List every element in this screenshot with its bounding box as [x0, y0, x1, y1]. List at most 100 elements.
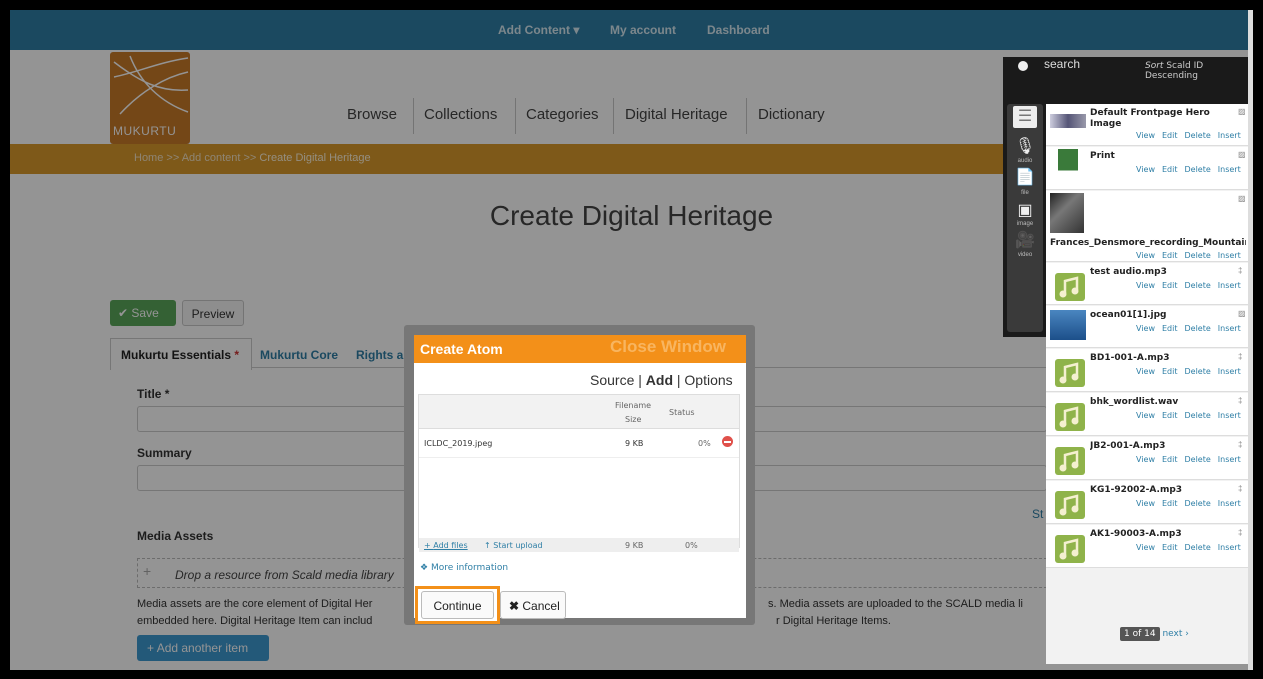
add-files-link[interactable]: + Add files — [424, 541, 468, 550]
microphone-icon: ‡ — [1238, 440, 1243, 449]
atom-view-link[interactable]: View — [1136, 499, 1155, 508]
nav-separator: | — [673, 372, 685, 388]
atom-actions: View Edit Delete Insert — [1136, 543, 1248, 552]
nav-separator: | — [634, 372, 646, 388]
sort-control[interactable]: Sort Scald ID Descending — [1145, 61, 1253, 81]
atom-title: test audio.mp3 — [1090, 267, 1167, 277]
audio-thumbnail-icon — [1055, 491, 1085, 519]
atom-view-link[interactable]: View — [1136, 165, 1155, 174]
add-link[interactable]: Add — [646, 372, 673, 388]
more-information-link[interactable]: ❖ More information — [420, 563, 508, 573]
atom-insert-link[interactable]: Insert — [1218, 324, 1241, 333]
add-audio-icon[interactable]: 🎙 — [1013, 136, 1037, 156]
atom-title: KG1-92002-A.mp3 — [1090, 485, 1183, 495]
atom-actions: View Edit Delete Insert — [1136, 165, 1248, 174]
atom-delete-link[interactable]: Delete — [1184, 165, 1210, 174]
atom-title: JB2-001-A.mp3 — [1090, 441, 1166, 451]
file-status: 0% — [698, 439, 711, 448]
add-image-icon[interactable]: ▣ — [1013, 200, 1037, 220]
atom-title: ocean01[1].jpg — [1090, 310, 1167, 320]
add-video-icon[interactable]: 🎥 — [1013, 230, 1037, 250]
atom-delete-link[interactable]: Delete — [1184, 131, 1210, 140]
sort-label: Sort — [1145, 61, 1164, 71]
atom-view-link[interactable]: View — [1136, 455, 1155, 464]
close-x-icon: ✖ — [509, 599, 523, 613]
print-logo-thumbnail — [1058, 149, 1078, 185]
atom-edit-link[interactable]: Edit — [1162, 131, 1178, 140]
continue-button[interactable]: Continue — [421, 591, 494, 619]
atom-view-link[interactable]: View — [1136, 367, 1155, 376]
source-link[interactable]: Source — [590, 372, 634, 388]
atom-insert-link[interactable]: Insert — [1218, 165, 1241, 174]
atom-edit-link[interactable]: Edit — [1162, 281, 1178, 290]
atom-view-link[interactable]: View — [1136, 251, 1155, 260]
cancel-label: Cancel — [522, 599, 560, 613]
atom-delete-link[interactable]: Delete — [1184, 543, 1210, 552]
atom-title: Default Frontpage Hero — [1090, 108, 1210, 118]
atom-insert-link[interactable]: Insert — [1218, 251, 1241, 260]
atom-edit-link[interactable]: Edit — [1162, 411, 1178, 420]
atom-insert-link[interactable]: Insert — [1218, 367, 1241, 376]
image-type-icon: ▨ — [1238, 107, 1246, 116]
add-files-label: Add files — [433, 541, 468, 550]
type-file-label: file — [1021, 190, 1029, 196]
atom-view-link[interactable]: View — [1136, 543, 1155, 552]
atom-view-link[interactable]: View — [1136, 281, 1155, 290]
atom-actions: View Edit Delete Insert — [1136, 131, 1248, 140]
start-upload-link[interactable]: ↑ Start upload — [484, 541, 543, 550]
atom-insert-link[interactable]: Insert — [1218, 543, 1241, 552]
atom-delete-link[interactable]: Delete — [1184, 455, 1210, 464]
microphone-icon: ‡ — [1238, 266, 1243, 275]
atom-delete-link[interactable]: Delete — [1184, 367, 1210, 376]
atom-insert-link[interactable]: Insert — [1218, 411, 1241, 420]
more-info-label: More information — [430, 563, 509, 573]
microphone-icon: ‡ — [1238, 528, 1243, 537]
options-link[interactable]: Options — [684, 372, 732, 388]
close-window-button[interactable]: Close Window — [610, 337, 726, 357]
atom-actions: View Edit Delete Insert — [1136, 499, 1248, 508]
atom-title: Frances_Densmore_recording_Mountain — [1050, 238, 1246, 248]
atom-delete-link[interactable]: Delete — [1184, 251, 1210, 260]
atom-insert-link[interactable]: Insert — [1218, 281, 1241, 290]
atom-actions: View Edit Delete Insert — [1136, 251, 1248, 260]
atom-insert-link[interactable]: Insert — [1218, 455, 1241, 464]
atom-actions: View Edit Delete Insert — [1136, 455, 1248, 464]
microphone-icon: ‡ — [1238, 352, 1243, 361]
cancel-button[interactable]: ✖ Cancel — [500, 591, 566, 619]
page-scrollbar[interactable] — [1248, 10, 1253, 670]
modal-title: Create Atom — [420, 341, 503, 357]
atom-delete-link[interactable]: Delete — [1184, 499, 1210, 508]
add-file-icon[interactable]: 📄 — [1013, 167, 1037, 187]
atom-delete-link[interactable]: Delete — [1184, 324, 1210, 333]
atom-edit-link[interactable]: Edit — [1162, 367, 1178, 376]
audio-thumbnail-icon — [1055, 273, 1085, 301]
scald-pager: 1 of 14 next › — [1120, 627, 1189, 641]
atom-edit-link[interactable]: Edit — [1162, 455, 1178, 464]
atom-edit-link[interactable]: Edit — [1162, 251, 1178, 260]
atom-edit-link[interactable]: Edit — [1162, 499, 1178, 508]
atom-title: bhk_wordlist.wav — [1090, 397, 1179, 407]
atom-title: Print — [1090, 151, 1115, 161]
atom-insert-link[interactable]: Insert — [1218, 499, 1241, 508]
atom-actions: View Edit Delete Insert — [1136, 324, 1248, 333]
atom-delete-link[interactable]: Delete — [1184, 281, 1210, 290]
atom-edit-link[interactable]: Edit — [1162, 324, 1178, 333]
next-page-link[interactable]: next › — [1162, 629, 1188, 639]
atom-actions: View Edit Delete Insert — [1136, 281, 1248, 290]
atom-edit-link[interactable]: Edit — [1162, 165, 1178, 174]
atom-insert-link[interactable]: Insert — [1218, 131, 1241, 140]
atom-view-link[interactable]: View — [1136, 411, 1155, 420]
atom-edit-link[interactable]: Edit — [1162, 543, 1178, 552]
atom-actions: View Edit Delete Insert — [1136, 411, 1248, 420]
atom-actions: View Edit Delete Insert — [1136, 367, 1248, 376]
atom-view-link[interactable]: View — [1136, 324, 1155, 333]
type-audio-label: audio — [1017, 158, 1033, 164]
scald-search-link[interactable]: search — [1044, 57, 1080, 71]
atom-delete-link[interactable]: Delete — [1184, 411, 1210, 420]
modal-source-nav: Source | Add | Options — [590, 372, 733, 388]
audio-thumbnail-icon — [1055, 535, 1085, 563]
search-toggle-icon[interactable] — [1018, 61, 1028, 71]
remove-file-icon[interactable] — [722, 436, 733, 447]
list-view-icon[interactable]: ☰ — [1013, 106, 1037, 128]
atom-view-link[interactable]: View — [1136, 131, 1155, 140]
